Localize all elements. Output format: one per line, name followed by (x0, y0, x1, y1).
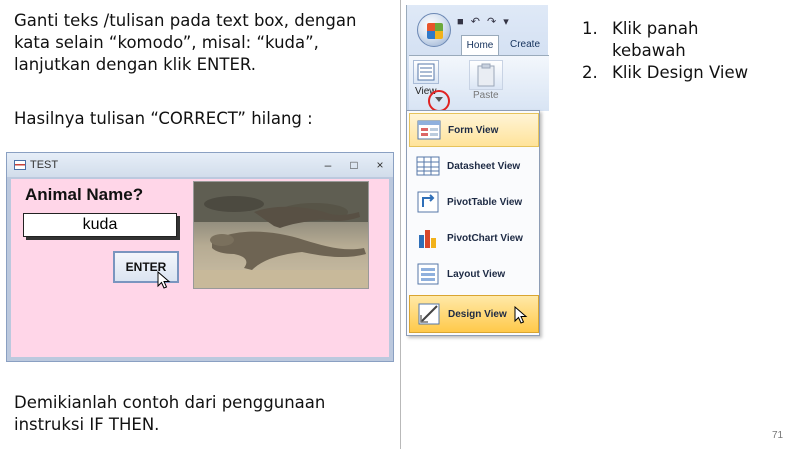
mouse-cursor-icon (157, 271, 171, 289)
mouse-cursor-icon (514, 306, 528, 324)
divider (400, 0, 401, 449)
window-title: TEST (30, 159, 59, 171)
tab-home[interactable]: Home (461, 35, 499, 55)
komodo-photo (193, 181, 369, 289)
layout-view-icon (417, 263, 439, 285)
step-text: Klik Design View (612, 63, 749, 82)
pivottable-view-icon (417, 191, 439, 213)
window-titlebar[interactable]: TEST – □ × (7, 153, 393, 177)
menu-label: Form View (448, 124, 499, 136)
view-icon (417, 63, 435, 81)
menu-label: Datasheet View (447, 160, 521, 172)
menu-item-datasheet-view[interactable]: Datasheet View (409, 149, 539, 183)
access-ribbon: ■ ↶ ↷ ▾ Home Create View Paste (406, 5, 549, 111)
menu-item-form-view[interactable]: Form View (409, 113, 539, 147)
step-item: 2. Klik Design View (582, 62, 762, 84)
close-button[interactable]: × (367, 158, 393, 172)
menu-label: Layout View (447, 268, 506, 280)
paste-button[interactable] (469, 60, 503, 90)
minimize-button[interactable]: – (315, 158, 341, 172)
menu-label: Design View (448, 308, 507, 320)
animal-name-textbox[interactable]: kuda (23, 213, 177, 237)
result-paragraph: Hasilnya tulisan “CORRECT” hilang : (14, 109, 313, 128)
office-logo-icon (427, 23, 443, 39)
dropdown-arrow-icon[interactable] (435, 97, 443, 102)
step-number: 2. (582, 63, 598, 82)
maximize-button[interactable]: □ (341, 158, 367, 172)
menu-item-pivotchart-view[interactable]: PivotChart View (409, 221, 539, 255)
datasheet-view-icon (416, 156, 440, 176)
test-form-window: TEST – □ × Animal Name? kuda ENTER (6, 152, 394, 362)
clipboard-icon (477, 63, 495, 87)
view-button[interactable] (413, 60, 439, 84)
office-button[interactable] (417, 13, 451, 47)
paste-label: Paste (473, 90, 499, 101)
menu-label: PivotTable View (447, 196, 523, 208)
form-body: Animal Name? kuda ENTER (11, 179, 389, 357)
menu-item-pivottable-view[interactable]: PivotTable View (409, 185, 539, 219)
step-item: 1. Klik panah kebawah (582, 18, 762, 62)
animal-name-label: Animal Name? (25, 185, 144, 204)
pivotchart-view-icon (419, 230, 436, 248)
step-number: 1. (582, 19, 598, 38)
page-number: 71 (772, 430, 784, 441)
menu-label: PivotChart View (447, 232, 523, 244)
steps-list: 1. Klik panah kebawah 2. Klik Design Vie… (582, 18, 762, 84)
view-menu: Form View Datasheet View PivotTable View (406, 110, 540, 336)
slide: Ganti teks /tulisan pada text box, denga… (0, 0, 799, 449)
tab-create[interactable]: Create (503, 35, 547, 55)
design-view-icon (418, 303, 440, 325)
instruction-paragraph: Ganti teks /tulisan pada text box, denga… (14, 11, 357, 74)
quick-access-toolbar[interactable]: ■ ↶ ↷ ▾ (457, 15, 511, 28)
form-icon (14, 160, 26, 170)
conclusion-paragraph: Demikianlah contoh dari penggunaan instr… (14, 393, 326, 434)
step-text: Klik panah kebawah (612, 19, 699, 60)
menu-item-layout-view[interactable]: Layout View (409, 257, 539, 291)
form-view-icon (417, 120, 441, 140)
